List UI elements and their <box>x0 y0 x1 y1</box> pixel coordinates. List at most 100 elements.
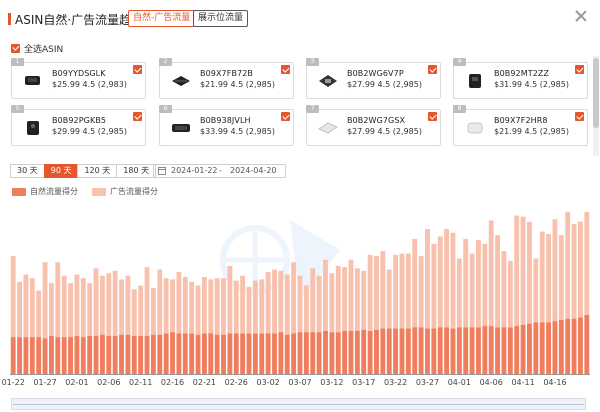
range-180-days-button[interactable]: 180 天 <box>116 164 157 178</box>
bar-ads-traffic[interactable] <box>144 267 150 336</box>
bar-organic-traffic[interactable] <box>399 328 405 374</box>
bar-ads-traffic[interactable] <box>507 260 513 328</box>
range-120-days-button[interactable]: 120 天 <box>77 164 118 178</box>
select-all-checkbox[interactable] <box>11 43 20 53</box>
bar-ads-traffic[interactable] <box>552 219 558 322</box>
bar-ads-traffic[interactable] <box>272 269 277 334</box>
bar-organic-traffic[interactable] <box>106 335 112 374</box>
bar-organic-traffic[interactable] <box>348 331 354 374</box>
bar-ads-traffic[interactable] <box>29 278 35 338</box>
bar-ads-traffic[interactable] <box>450 232 456 329</box>
bar-organic-traffic[interactable] <box>195 334 201 374</box>
bar-ads-traffic[interactable] <box>476 240 481 328</box>
bar-ads-traffic[interactable] <box>393 254 399 329</box>
bar-ads-traffic[interactable] <box>514 215 520 327</box>
bar-ads-traffic[interactable] <box>482 243 488 327</box>
bar-organic-traffic[interactable] <box>284 334 290 374</box>
bar-ads-traffic[interactable] <box>119 279 124 335</box>
bar-ads-traffic[interactable] <box>55 262 61 338</box>
range-90-days-button[interactable]: 90 天 <box>43 164 79 178</box>
bar-organic-traffic[interactable] <box>335 332 341 374</box>
bar-organic-traffic[interactable] <box>495 327 501 374</box>
bar-ads-traffic[interactable] <box>578 221 583 318</box>
bar-organic-traffic[interactable] <box>80 337 86 374</box>
bar-organic-traffic[interactable] <box>36 337 42 374</box>
bar-ads-traffic[interactable] <box>157 269 163 335</box>
bar-organic-traffic[interactable] <box>87 335 93 374</box>
bar-organic-traffic[interactable] <box>533 322 539 374</box>
bar-ads-traffic[interactable] <box>150 288 156 335</box>
bar-organic-traffic[interactable] <box>170 332 175 374</box>
bar-ads-traffic[interactable] <box>354 268 360 331</box>
bar-ads-traffic[interactable] <box>221 278 226 335</box>
bar-ads-traffic[interactable] <box>291 262 297 334</box>
bar-ads-traffic[interactable] <box>252 280 258 334</box>
range-30-days-button[interactable]: 30 天 <box>10 164 45 178</box>
bar-organic-traffic[interactable] <box>571 318 577 374</box>
bar-ads-traffic[interactable] <box>259 279 265 334</box>
bar-organic-traffic[interactable] <box>469 327 475 374</box>
bar-organic-traffic[interactable] <box>418 327 424 374</box>
bar-organic-traffic[interactable] <box>584 315 590 374</box>
bar-ads-traffic[interactable] <box>310 268 316 333</box>
bar-organic-traffic[interactable] <box>507 327 513 374</box>
bar-organic-traffic[interactable] <box>157 334 163 374</box>
bar-ads-traffic[interactable] <box>361 270 367 330</box>
bar-organic-traffic[interactable] <box>342 331 348 374</box>
bar-ads-traffic[interactable] <box>131 289 137 336</box>
bar-ads-traffic[interactable] <box>463 238 469 328</box>
bar-ads-traffic[interactable] <box>316 275 322 333</box>
bar-organic-traffic[interactable] <box>405 328 411 374</box>
bar-ads-traffic[interactable] <box>163 278 169 334</box>
bar-ads-traffic[interactable] <box>367 254 373 331</box>
bar-ads-traffic[interactable] <box>112 270 118 336</box>
bar-ads-traffic[interactable] <box>501 251 507 328</box>
legend-item-ads[interactable]: 广告流量得分 <box>92 186 158 197</box>
bar-organic-traffic[interactable] <box>431 328 437 374</box>
bar-ads-traffic[interactable] <box>106 273 112 336</box>
bar-organic-traffic[interactable] <box>259 333 265 374</box>
bar-ads-traffic[interactable] <box>189 281 195 334</box>
bar-ads-traffic[interactable] <box>138 285 144 336</box>
select-all-asin[interactable]: 全选ASIN <box>11 42 63 55</box>
bar-organic-traffic[interactable] <box>208 333 214 374</box>
bar-organic-traffic[interactable] <box>138 335 144 374</box>
bar-ads-traffic[interactable] <box>565 211 571 319</box>
bar-organic-traffic[interactable] <box>163 333 169 374</box>
bar-organic-traffic[interactable] <box>17 337 22 374</box>
bar-ads-traffic[interactable] <box>520 216 526 325</box>
bar-ads-traffic[interactable] <box>42 262 48 339</box>
bar-organic-traffic[interactable] <box>354 331 360 374</box>
bar-organic-traffic[interactable] <box>552 321 558 374</box>
bar-organic-traffic[interactable] <box>189 333 195 374</box>
bar-organic-traffic[interactable] <box>361 329 367 374</box>
bar-organic-traffic[interactable] <box>74 335 80 374</box>
card-checkbox[interactable] <box>133 112 142 121</box>
bar-ads-traffic[interactable] <box>456 258 462 328</box>
bar-ads-traffic[interactable] <box>488 220 494 327</box>
bar-ads-traffic[interactable] <box>278 270 284 333</box>
bar-organic-traffic[interactable] <box>265 333 271 374</box>
bar-ads-traffic[interactable] <box>329 273 335 333</box>
card-checkbox[interactable] <box>428 65 437 74</box>
bar-ads-traffic[interactable] <box>176 272 182 334</box>
bar-organic-traffic[interactable] <box>514 326 520 374</box>
bar-ads-traffic[interactable] <box>48 283 54 336</box>
bar-organic-traffic[interactable] <box>456 327 462 374</box>
bar-ads-traffic[interactable] <box>527 221 532 324</box>
card-checkbox[interactable] <box>575 65 584 74</box>
bar-ads-traffic[interactable] <box>444 229 450 328</box>
bar-ads-traffic[interactable] <box>284 274 290 335</box>
bar-organic-traffic[interactable] <box>463 327 469 374</box>
bar-organic-traffic[interactable] <box>131 335 137 374</box>
bar-organic-traffic[interactable] <box>367 331 373 374</box>
bar-organic-traffic[interactable] <box>425 328 430 374</box>
bar-organic-traffic[interactable] <box>578 317 583 374</box>
bar-ads-traffic[interactable] <box>214 278 220 335</box>
product-card[interactable]: 6 B0B938JVLH $33.99 4.5 (2,985) <box>159 105 294 146</box>
bar-organic-traffic[interactable] <box>520 324 526 374</box>
bar-ads-traffic[interactable] <box>584 211 590 316</box>
bar-organic-traffic[interactable] <box>323 331 328 374</box>
card-checkbox[interactable] <box>281 65 290 74</box>
bar-organic-traffic[interactable] <box>29 337 35 374</box>
